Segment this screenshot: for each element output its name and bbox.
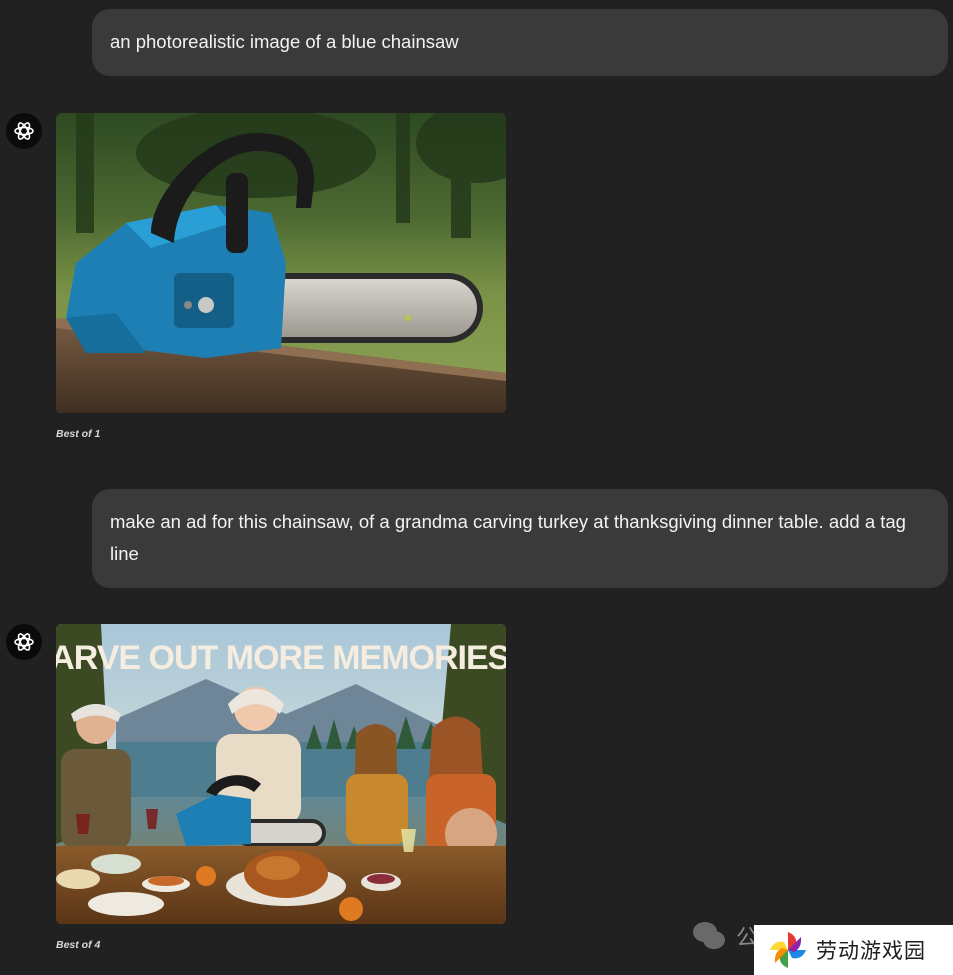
user-message-2-text: make an ad for this chainsaw, of a grand… <box>110 511 906 564</box>
image-caption-1: Best of 1 <box>56 428 101 440</box>
assistant-avatar-icon <box>6 624 42 660</box>
watermark-brand: 劳动游戏园 <box>816 939 926 963</box>
generated-image-thanksgiving-ad[interactable]: CARVE OUT MORE MEMORIES <box>56 624 506 924</box>
user-message-1: an photorealistic image of a blue chains… <box>92 9 948 76</box>
watermark-box: 劳动游戏园 <box>754 925 953 975</box>
assistant-avatar-icon <box>6 113 42 149</box>
user-message-1-text: an photorealistic image of a blue chains… <box>110 31 459 52</box>
wechat-icon <box>692 920 726 952</box>
ad-tagline: CARVE OUT MORE MEMORIES <box>56 639 506 677</box>
image-caption-2: Best of 4 <box>56 939 101 951</box>
user-message-2: make an ad for this chainsaw, of a grand… <box>92 489 948 588</box>
chat-view: an photorealistic image of a blue chains… <box>0 0 953 975</box>
pinwheel-logo <box>770 932 806 968</box>
generated-image-chainsaw[interactable] <box>56 113 506 413</box>
